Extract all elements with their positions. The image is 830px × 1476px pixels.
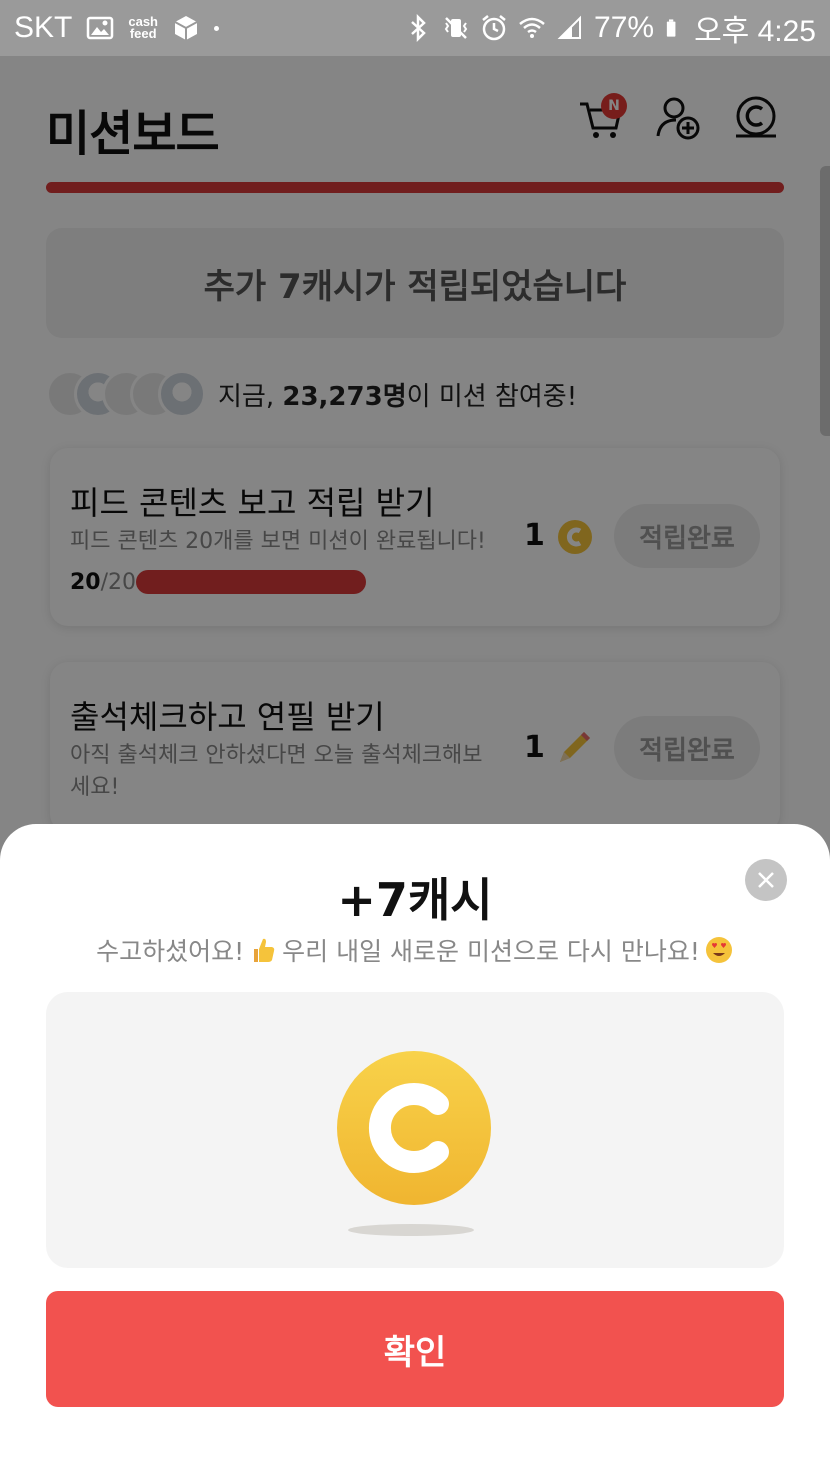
carrier-label: SKT [14, 11, 73, 44]
reward-illustration [46, 992, 784, 1268]
gallery-icon [87, 16, 114, 40]
thumbs-up-icon [254, 938, 275, 962]
bluetooth-icon [411, 14, 426, 42]
clock: 오후 4:25 [694, 15, 816, 48]
status-bar: SKT cash feed 77% 오후 4:25 [0, 0, 830, 56]
cash-coin-icon [337, 1051, 491, 1205]
reward-subtitle: 수고하셨어요! 우리 내일 새로운 미션으로 다시 만나요! [0, 932, 830, 968]
alarm-icon [482, 15, 506, 41]
box-icon [174, 16, 198, 40]
coin-shadow [348, 1224, 474, 1236]
battery-icon [666, 19, 676, 37]
reward-title: +7캐시 [337, 873, 493, 927]
heart-eyes-emoji-icon [705, 937, 732, 963]
cashfeed-icon: cash feed [128, 14, 158, 41]
notification-dot [214, 25, 219, 31]
reward-bottom-sheet: +7캐시 수고하셨어요! 우리 내일 새로운 미션으로 다시 만나요! 확인 [0, 824, 830, 1476]
battery-percent: 77% [594, 11, 655, 44]
wifi-icon [519, 17, 545, 38]
confirm-button[interactable]: 확인 [46, 1291, 784, 1407]
signal-icon [557, 15, 582, 39]
vibrate-mute-icon [444, 17, 468, 39]
